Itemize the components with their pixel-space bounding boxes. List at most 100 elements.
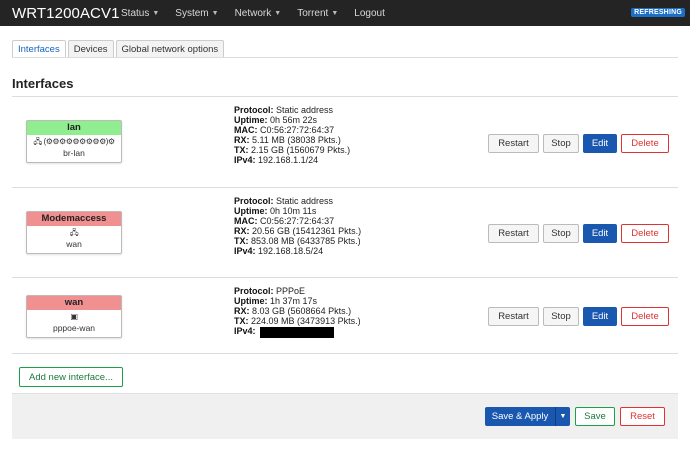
protocol-value: PPPoE	[276, 286, 306, 296]
delete-button[interactable]: Delete	[621, 134, 669, 153]
uptime-label: Uptime:	[234, 206, 268, 217]
interface-badge-wan: wan ▣ pppoe-wan	[26, 295, 122, 338]
interfaces-table: lan 🖧 (⚙⚙⚙⚙⚙⚙⚙⚙⚙)⚙ br-lan Protocol: Stat…	[12, 96, 678, 354]
save-apply-button-group: Save & Apply ▼	[485, 407, 570, 426]
stop-button[interactable]: Stop	[543, 307, 579, 326]
rx-label: RX:	[234, 306, 250, 317]
mac-label: MAC:	[234, 216, 258, 227]
rx-value: 5.11 MB (38038 Pkts.)	[252, 135, 341, 146]
interface-row-wan: wan ▣ pppoe-wan Protocol: PPPoE Uptime: …	[12, 277, 678, 354]
top-navbar: WRT1200ACV1 Status ▼ System ▼ Network ▼ Tor…	[0, 0, 690, 26]
rx-value: 20.56 GB (15412361 Pkts.)	[252, 226, 362, 237]
protocol-label: Protocol:	[234, 105, 274, 115]
menu-status[interactable]: Status ▼	[121, 8, 159, 19]
stop-button[interactable]: Stop	[543, 224, 579, 243]
delete-button[interactable]: Delete	[621, 307, 669, 326]
interface-device: br-lan	[63, 148, 85, 158]
interface-name: lan	[27, 121, 121, 135]
add-interface-button[interactable]: Add new interface...	[19, 367, 123, 387]
delete-button[interactable]: Delete	[621, 224, 669, 243]
page-title: Interfaces	[12, 76, 74, 91]
chevron-down-icon: ▼	[559, 413, 567, 420]
edit-button[interactable]: Edit	[583, 224, 617, 243]
menu-logout-label: Logout	[354, 7, 385, 19]
uptime-value: 0h 10m 11s	[270, 206, 317, 217]
tx-value: 2.15 GB (1560679 Pkts.)	[251, 145, 351, 156]
tab-bar: Interfaces Devices Global network option…	[12, 40, 226, 58]
save-apply-dropdown-toggle[interactable]: ▼	[556, 407, 570, 426]
mac-label: MAC:	[234, 125, 258, 136]
rx-label: RX:	[234, 226, 250, 237]
ipv4-value: 192.168.1.1/24	[258, 155, 319, 166]
interface-details: Protocol: PPPoE Uptime: 1h 37m 17s RX: 8…	[234, 286, 361, 338]
chevron-down-icon: ▼	[152, 9, 160, 17]
tab-global-network-options[interactable]: Global network options	[115, 40, 225, 58]
chevron-down-icon: ▼	[211, 9, 219, 17]
tx-value: 224.09 MB (3473913 Pkts.)	[251, 316, 361, 327]
edit-button[interactable]: Edit	[583, 134, 617, 153]
save-button[interactable]: Save	[575, 407, 615, 426]
menu-status-label: Status	[121, 7, 150, 19]
tx-label: TX:	[234, 145, 249, 156]
redacted-ipv4-value	[259, 326, 334, 338]
save-apply-button[interactable]: Save & Apply	[485, 407, 556, 426]
interface-actions: Restart Stop Edit Delete	[488, 134, 669, 153]
bridge-device-icons: 🖧 (⚙⚙⚙⚙⚙⚙⚙⚙⚙)⚙	[33, 137, 115, 146]
interface-details: Protocol: Static address Uptime: 0h 10m …	[234, 196, 361, 257]
tx-label: TX:	[234, 236, 249, 247]
chevron-down-icon: ▼	[331, 9, 339, 17]
footer-actions: Save & Apply ▼ Save Reset	[485, 407, 665, 426]
ipv4-label: IPv4:	[234, 326, 256, 337]
interface-row-lan: lan 🖧 (⚙⚙⚙⚙⚙⚙⚙⚙⚙)⚙ br-lan Protocol: Stat…	[12, 96, 678, 187]
tunnel-device-icon: ▣	[70, 312, 78, 321]
restart-button[interactable]: Restart	[488, 134, 539, 153]
chevron-down-icon: ▼	[274, 9, 282, 17]
restart-button[interactable]: Restart	[488, 307, 539, 326]
protocol-value: Static address	[276, 105, 334, 115]
menu-logout[interactable]: Logout	[354, 8, 385, 19]
menu-torrent[interactable]: Torrent ▼	[297, 8, 338, 19]
interface-badge-modemaccess: Modemaccess 🖧 wan	[26, 211, 122, 254]
ipv4-value: 192.168.18.5/24	[258, 246, 324, 257]
rx-label: RX:	[234, 135, 250, 146]
interface-row-modemaccess: Modemaccess 🖧 wan Protocol: Static addre…	[12, 187, 678, 277]
main-menu: Status ▼ System ▼ Network ▼ Torrent ▼ Logout	[121, 8, 401, 19]
interface-name: wan	[27, 296, 121, 310]
uptime-value: 0h 56m 22s	[270, 115, 318, 126]
protocol-label: Protocol:	[234, 196, 274, 206]
ethernet-port-icon: 🖧	[69, 228, 79, 237]
ipv4-label: IPv4:	[234, 155, 256, 166]
menu-system-label: System	[175, 7, 209, 19]
menu-system[interactable]: System ▼	[175, 8, 218, 19]
interface-badge-lan: lan 🖧 (⚙⚙⚙⚙⚙⚙⚙⚙⚙)⚙ br-lan	[26, 120, 122, 163]
uptime-label: Uptime:	[234, 115, 268, 126]
edit-button[interactable]: Edit	[583, 307, 617, 326]
reset-button[interactable]: Reset	[620, 407, 665, 426]
rx-value: 8.03 GB (5608664 Pkts.)	[252, 306, 352, 317]
brand-title[interactable]: WRT1200ACV1	[0, 5, 121, 22]
stop-button[interactable]: Stop	[543, 134, 579, 153]
interface-device: wan	[66, 239, 82, 249]
protocol-value: Static address	[276, 196, 334, 206]
tab-divider	[12, 57, 678, 58]
uptime-value: 1h 37m 17s	[270, 296, 318, 307]
protocol-label: Protocol:	[234, 286, 274, 296]
mac-value: C0:56:27:72:64:37	[260, 125, 335, 136]
interface-actions: Restart Stop Edit Delete	[488, 307, 669, 326]
tx-value: 853.08 MB (6433785 Pkts.)	[251, 236, 361, 247]
refreshing-badge[interactable]: REFRESHING	[631, 8, 685, 17]
restart-button[interactable]: Restart	[488, 224, 539, 243]
interface-device: pppoe-wan	[52, 323, 96, 333]
menu-torrent-label: Torrent	[297, 7, 329, 19]
tab-interfaces[interactable]: Interfaces	[12, 40, 66, 58]
mac-value: C0:56:27:72:64:37	[260, 216, 335, 227]
form-footer: Save & Apply ▼ Save Reset	[12, 393, 678, 439]
interface-details: Protocol: Static address Uptime: 0h 56m …	[234, 105, 350, 166]
ipv4-label: IPv4:	[234, 246, 256, 257]
menu-network-label: Network	[234, 7, 272, 19]
menu-network[interactable]: Network ▼	[235, 8, 282, 19]
tx-label: TX:	[234, 316, 249, 327]
tab-devices[interactable]: Devices	[67, 40, 114, 58]
uptime-label: Uptime:	[234, 296, 268, 307]
interface-name: Modemaccess	[27, 212, 121, 226]
